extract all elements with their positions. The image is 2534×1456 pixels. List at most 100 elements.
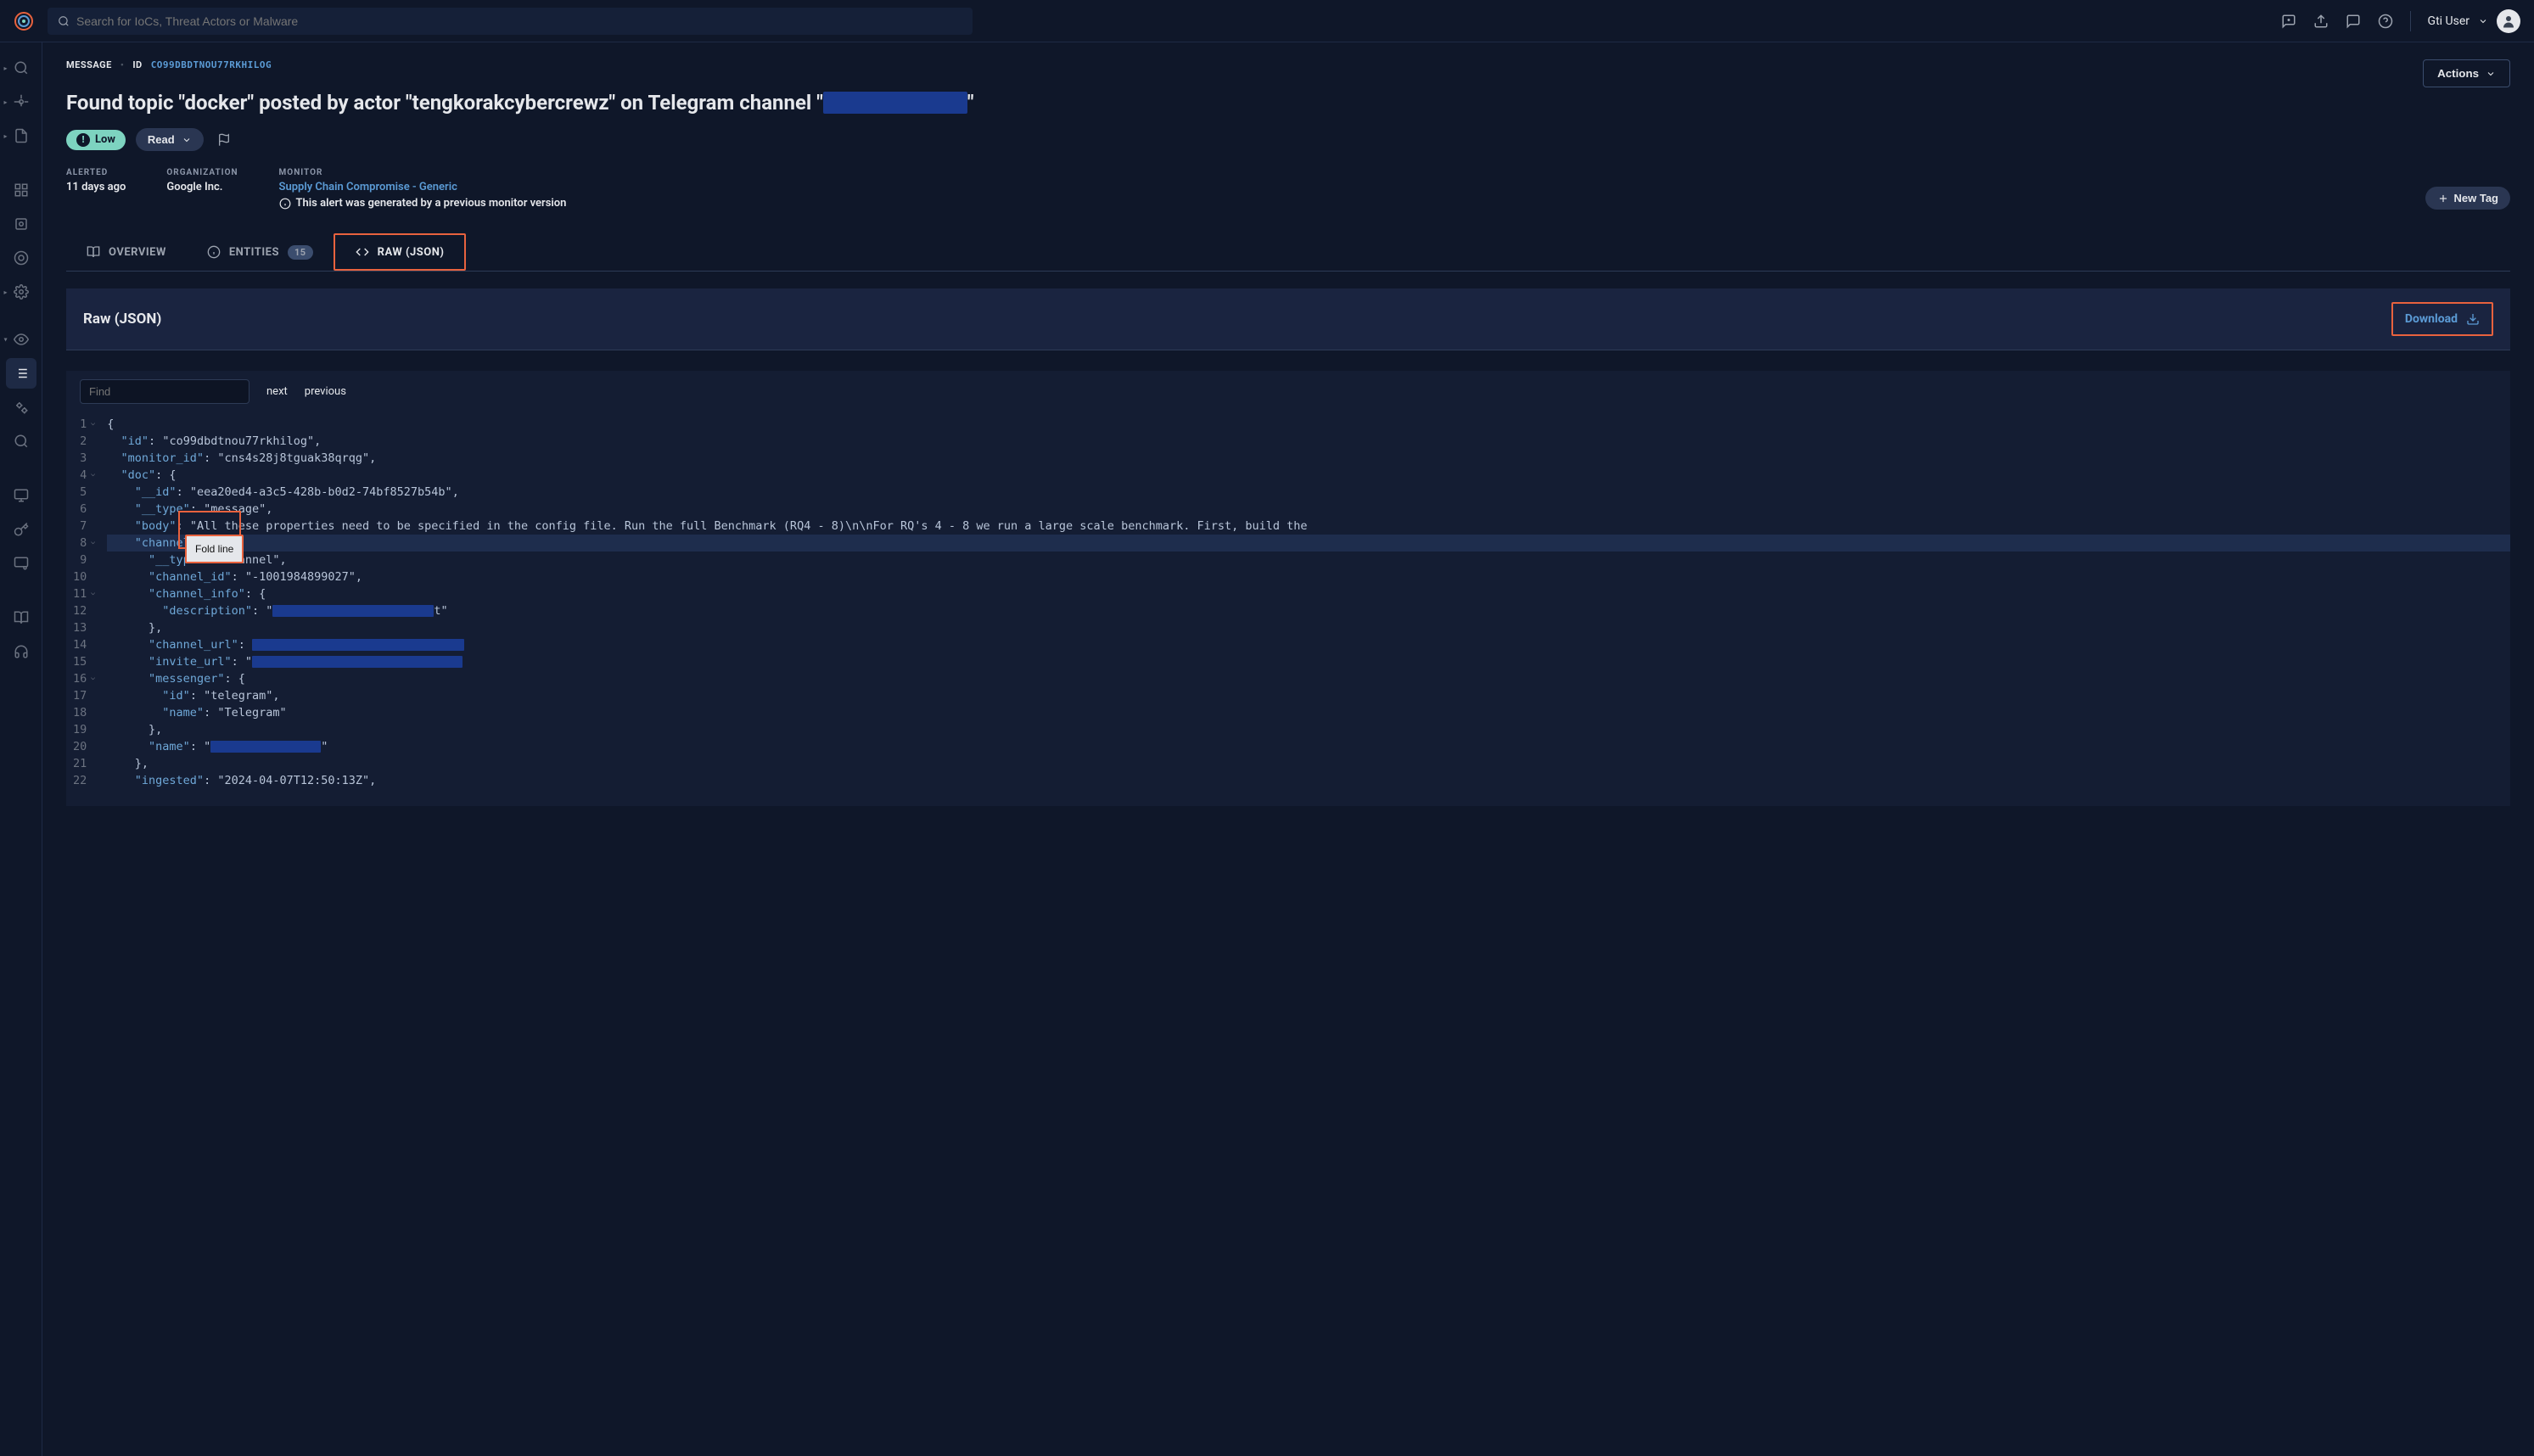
severity-badge: ! Low (66, 130, 126, 150)
fold-line-tooltip: Fold line (185, 535, 244, 563)
tab-raw-json[interactable]: RAW (JSON) (334, 233, 467, 271)
top-bar: Gti User (0, 0, 2534, 42)
sidebar-item-monitor[interactable] (6, 480, 36, 511)
redacted-channel-name (823, 92, 967, 114)
code-line[interactable]: "monitor_id": "cns4s28j8tguak38qrqg", (107, 450, 2510, 467)
line-number: 2 (73, 433, 87, 450)
breadcrumb-type: MESSAGE (66, 59, 112, 70)
line-number: 3 (73, 450, 87, 467)
raw-panel-title: Raw (JSON) (83, 311, 161, 328)
sidebar-item-device[interactable] (6, 548, 36, 579)
sidebar-item-headset[interactable] (6, 636, 36, 667)
line-number: 17 (73, 687, 87, 704)
line-number: 15 (73, 653, 87, 670)
find-next-button[interactable]: next (266, 385, 288, 398)
code-line[interactable]: "doc": { (107, 467, 2510, 484)
page-title: Found topic "docker" posted by actor "te… (66, 91, 2423, 115)
line-number: 5 (73, 484, 87, 501)
breadcrumb-id-value[interactable]: CO99DBDTNOU77RKHILOG (151, 59, 272, 70)
thinking-icon[interactable] (2281, 14, 2296, 29)
code-line[interactable]: "description": "t" (107, 602, 2510, 619)
tab-overview[interactable]: OVERVIEW (66, 233, 187, 271)
code-line[interactable]: }, (107, 755, 2510, 772)
sidebar-item-eye[interactable]: ▸ (6, 324, 36, 355)
chevron-down-icon (2486, 69, 2496, 79)
code-line[interactable]: "channel_info": { (107, 585, 2510, 602)
code-line[interactable]: { (107, 416, 2510, 433)
code-line[interactable]: "messenger": { (107, 670, 2510, 687)
code-line[interactable]: "__type": "message", (107, 501, 2510, 518)
download-button[interactable]: Download (2391, 302, 2493, 336)
line-number: 4⌵ (73, 467, 87, 484)
code-line[interactable]: "channel_url": (107, 636, 2510, 653)
sidebar-item-explore[interactable]: ▸ (6, 87, 36, 117)
sidebar-item-target[interactable] (6, 209, 36, 239)
code-line[interactable]: "id": "telegram", (107, 687, 2510, 704)
sidebar-item-shield[interactable] (6, 243, 36, 273)
code-line[interactable]: "__id": "eea20ed4-a3c5-428b-b0d2-74bf852… (107, 484, 2510, 501)
meta-monitor: MONITOR Supply Chain Compromise - Generi… (279, 168, 567, 210)
redacted-value (252, 656, 463, 668)
line-number: 20 (73, 738, 87, 755)
code-line[interactable]: "__type": "channel", (107, 552, 2510, 568)
fold-marker[interactable]: ⌵ (91, 673, 95, 685)
logo (14, 11, 34, 31)
code-line[interactable]: }, (107, 721, 2510, 738)
sidebar-item-docs[interactable]: ▸ (6, 120, 36, 151)
monitor-note: This alert was generated by a previous m… (279, 197, 567, 210)
fold-marker[interactable]: ⌵ (91, 418, 95, 430)
code-line[interactable]: "invite_url": " (107, 653, 2510, 670)
sidebar-item-key[interactable] (6, 514, 36, 545)
line-number: 18 (73, 704, 87, 721)
code-line[interactable]: "name": "" (107, 738, 2510, 755)
line-number: 13 (73, 619, 87, 636)
sidebar-item-find[interactable] (6, 426, 36, 456)
fold-marker[interactable]: ⌵ (91, 469, 95, 481)
redacted-value (252, 639, 464, 651)
code-line[interactable]: "channel": { (107, 535, 2510, 552)
redacted-value (272, 605, 434, 617)
line-number: 1⌵ (73, 416, 87, 433)
find-input[interactable] (80, 379, 249, 404)
chat-icon[interactable] (2346, 14, 2361, 29)
code-line[interactable]: "ingested": "2024-04-07T12:50:13Z", (107, 772, 2510, 789)
sidebar-item-graph[interactable] (6, 175, 36, 205)
code-line[interactable]: "name": "Telegram" (107, 704, 2510, 721)
code-line[interactable]: "id": "co99dbdtnou77rkhilog", (107, 433, 2510, 450)
line-number: 10 (73, 568, 87, 585)
fold-marker[interactable]: ⌵ (91, 537, 95, 549)
find-previous-button[interactable]: previous (305, 385, 346, 398)
flag-button[interactable] (214, 130, 234, 150)
json-editor[interactable]: 1⌵234⌵5678⌵91011⌵1213141516⌵171819202122… (66, 412, 2510, 806)
sidebar-item-list[interactable] (6, 358, 36, 389)
sidebar: ▸ ▸ ▸ ▸ ▸ (0, 42, 42, 1456)
help-icon[interactable] (2378, 14, 2393, 29)
chevron-down-icon (2478, 16, 2488, 26)
sidebar-item-settings[interactable]: ▸ (6, 277, 36, 307)
read-status-button[interactable]: Read (136, 128, 204, 151)
code-line[interactable]: }, (107, 619, 2510, 636)
tab-entities[interactable]: ENTITIES 15 (187, 233, 334, 271)
breadcrumb-id-label: ID (132, 59, 142, 70)
new-tag-button[interactable]: New Tag (2425, 187, 2511, 210)
avatar (2497, 9, 2520, 33)
actions-button[interactable]: Actions (2423, 59, 2510, 87)
search-input[interactable] (76, 14, 962, 28)
fold-marker[interactable]: ⌵ (91, 588, 95, 600)
info-icon (207, 245, 221, 259)
line-number: 6 (73, 501, 87, 518)
user-name: Gti User (2428, 14, 2470, 28)
upload-icon[interactable] (2313, 14, 2329, 29)
monitor-link[interactable]: Supply Chain Compromise - Generic (279, 181, 567, 193)
line-number: 22 (73, 772, 87, 789)
search-container[interactable] (48, 8, 973, 35)
sidebar-item-gears[interactable] (6, 392, 36, 423)
code-line[interactable]: "body": "All these properties need to be… (107, 518, 2510, 535)
separator: • (121, 59, 124, 70)
code-icon (356, 245, 369, 259)
chevron-down-icon (182, 135, 192, 145)
user-menu[interactable]: Gti User (2428, 9, 2520, 33)
sidebar-item-search[interactable]: ▸ (6, 53, 36, 83)
code-line[interactable]: "channel_id": "-1001984899027", (107, 568, 2510, 585)
sidebar-item-book[interactable] (6, 602, 36, 633)
